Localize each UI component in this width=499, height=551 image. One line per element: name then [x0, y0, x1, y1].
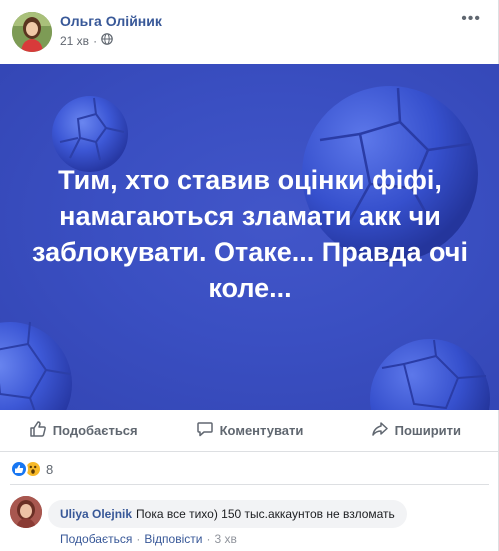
banner-text: Тим, хто ставив оцінки фіфі, намагаються…	[32, 165, 468, 303]
commenter-avatar[interactable]	[10, 496, 42, 528]
author-avatar[interactable]	[12, 12, 52, 52]
post-action-bar: Подобається Коментувати Поширити	[0, 410, 499, 452]
comment-text: Пока все тихо) 150 тыс.аккаунтов не взло…	[136, 507, 395, 521]
comment-bubble: Uliya Olejnik Пока все тихо) 150 тыс.акк…	[48, 500, 407, 528]
thumbs-up-icon	[29, 420, 47, 441]
more-options-icon[interactable]: •••	[461, 11, 481, 27]
comments-divider	[10, 484, 489, 485]
share-icon	[371, 420, 389, 441]
post-time[interactable]: 21 хв	[60, 34, 89, 48]
author-name[interactable]: Ольга Олійник	[60, 13, 162, 29]
like-label: Подобається	[52, 423, 138, 438]
comment-like-link[interactable]: Подобається	[60, 532, 132, 546]
reaction-count: 8	[46, 461, 54, 477]
like-button[interactable]: Подобається	[0, 410, 166, 451]
comment-reply-link[interactable]: Відповісти	[144, 532, 202, 546]
comment-time[interactable]: 3 хв	[214, 532, 236, 546]
share-label: Поширити	[394, 423, 462, 438]
comment-actions: Подобається · Відповісти · 3 хв	[60, 532, 237, 546]
post-card: Ольга Олійник 21 хв · ••• Тим, хто стави…	[0, 0, 499, 551]
separator: ·	[206, 532, 211, 546]
post-meta: 21 хв ·	[60, 33, 113, 48]
globe-icon	[101, 33, 113, 48]
post-header: Ольга Олійник 21 хв · •••	[0, 0, 499, 64]
like-reaction-icon	[10, 460, 28, 478]
share-button[interactable]: Поширити	[333, 410, 499, 451]
post-banner: Тим, хто ставив оцінки фіфі, намагаються…	[0, 64, 499, 410]
comment-label: Коментувати	[219, 423, 304, 438]
separator: ·	[136, 532, 141, 546]
comment-author[interactable]: Uliya Olejnik	[60, 507, 132, 521]
reactions-summary[interactable]: 8	[10, 459, 53, 479]
comment-button[interactable]: Коментувати	[166, 410, 332, 451]
comment-icon	[196, 420, 214, 441]
